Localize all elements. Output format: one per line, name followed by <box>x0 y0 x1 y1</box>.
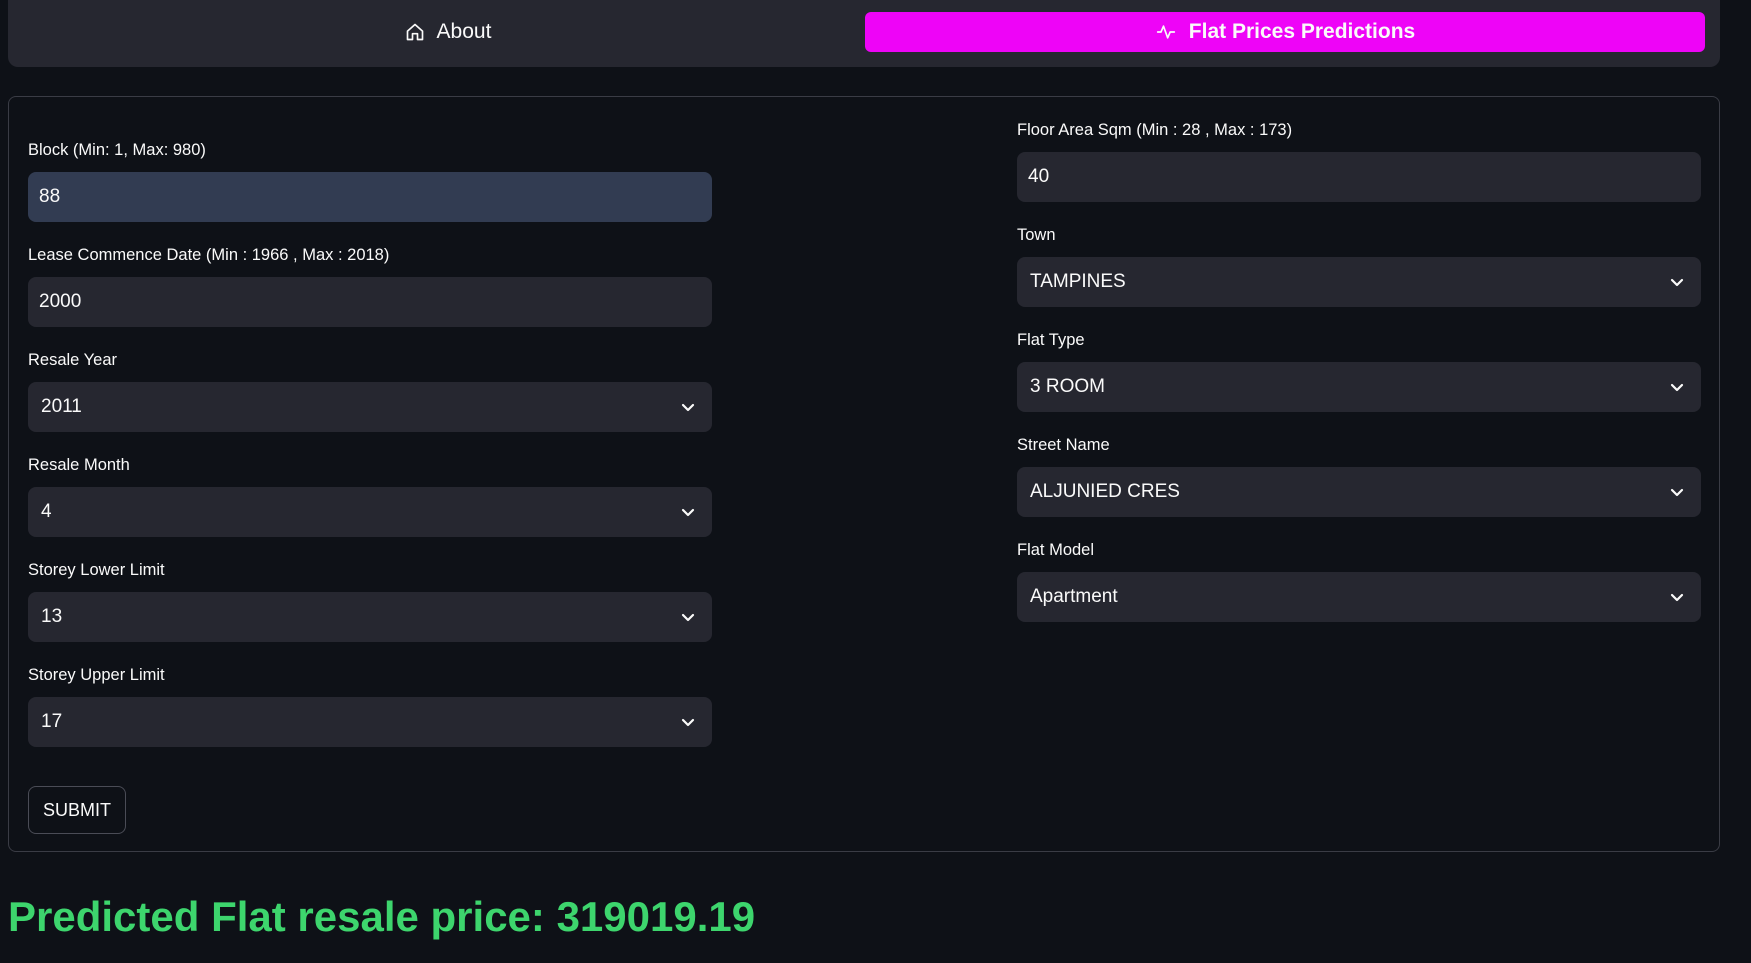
storey-upper-value: 17 <box>41 711 63 732</box>
floor-area-value: 40 <box>1028 166 1050 187</box>
block-label: Block (Min: 1, Max: 980) <box>28 141 206 159</box>
town-label: Town <box>1017 226 1056 244</box>
resale-month-value: 4 <box>41 501 52 522</box>
street-name-select[interactable]: ALJUNIED CRES <box>1017 467 1701 517</box>
flat-type-select[interactable]: 3 ROOM <box>1017 362 1701 412</box>
predicted-price-result: Predicted Flat resale price: 319019.19 <box>8 893 756 940</box>
navigation-bar: About Flat Prices Predictions <box>8 0 1720 67</box>
resale-month-label: Resale Month <box>28 456 130 474</box>
floor-area-label: Floor Area Sqm (Min : 28 , Max : 173) <box>1017 121 1293 139</box>
floor-area-input[interactable]: 40 <box>1017 152 1701 202</box>
chevron-down-icon <box>1670 383 1684 392</box>
flat-model-select[interactable]: Apartment <box>1017 572 1701 622</box>
lease-commence-label: Lease Commence Date (Min : 1966 , Max : … <box>28 246 390 264</box>
storey-upper-label: Storey Upper Limit <box>28 666 165 684</box>
tab-about-label: About <box>436 20 492 43</box>
tab-flat-prices-predictions-label: Flat Prices Predictions <box>1188 20 1416 43</box>
street-name-label: Street Name <box>1017 436 1110 454</box>
resale-year-select[interactable]: 2011 <box>28 382 712 432</box>
flat-model-label: Flat Model <box>1017 541 1095 559</box>
town-select[interactable]: TAMPINES <box>1017 257 1701 307</box>
tab-flat-prices-predictions[interactable]: Flat Prices Predictions <box>865 12 1705 52</box>
street-name-value: ALJUNIED CRES <box>1030 481 1180 502</box>
flat-model-value: Apartment <box>1030 586 1118 607</box>
chevron-down-icon <box>681 508 695 517</box>
chevron-down-icon <box>1670 593 1684 602</box>
storey-lower-label: Storey Lower Limit <box>28 561 165 579</box>
block-value: 88 <box>39 186 61 207</box>
lease-commence-input[interactable]: 2000 <box>28 277 712 327</box>
home-icon <box>405 22 425 42</box>
storey-lower-select[interactable]: 13 <box>28 592 712 642</box>
chevron-down-icon <box>681 718 695 727</box>
tab-about[interactable]: About <box>18 12 878 52</box>
resale-month-select[interactable]: 4 <box>28 487 712 537</box>
chevron-down-icon <box>681 403 695 412</box>
prediction-form: Block (Min: 1, Max: 980) 88 Lease Commen… <box>8 96 1720 852</box>
chevron-down-icon <box>1670 278 1684 287</box>
activity-icon <box>1155 22 1177 42</box>
storey-lower-value: 13 <box>41 606 63 627</box>
storey-upper-select[interactable]: 17 <box>28 697 712 747</box>
lease-commence-value: 2000 <box>39 291 82 312</box>
town-value: TAMPINES <box>1030 271 1126 292</box>
flat-type-label: Flat Type <box>1017 331 1085 349</box>
block-input[interactable]: 88 <box>28 172 712 222</box>
submit-button[interactable]: SUBMIT <box>28 786 126 834</box>
flat-type-value: 3 ROOM <box>1030 376 1105 397</box>
chevron-down-icon <box>681 613 695 622</box>
resale-year-label: Resale Year <box>28 351 117 369</box>
chevron-down-icon <box>1670 488 1684 497</box>
resale-year-value: 2011 <box>41 396 82 417</box>
